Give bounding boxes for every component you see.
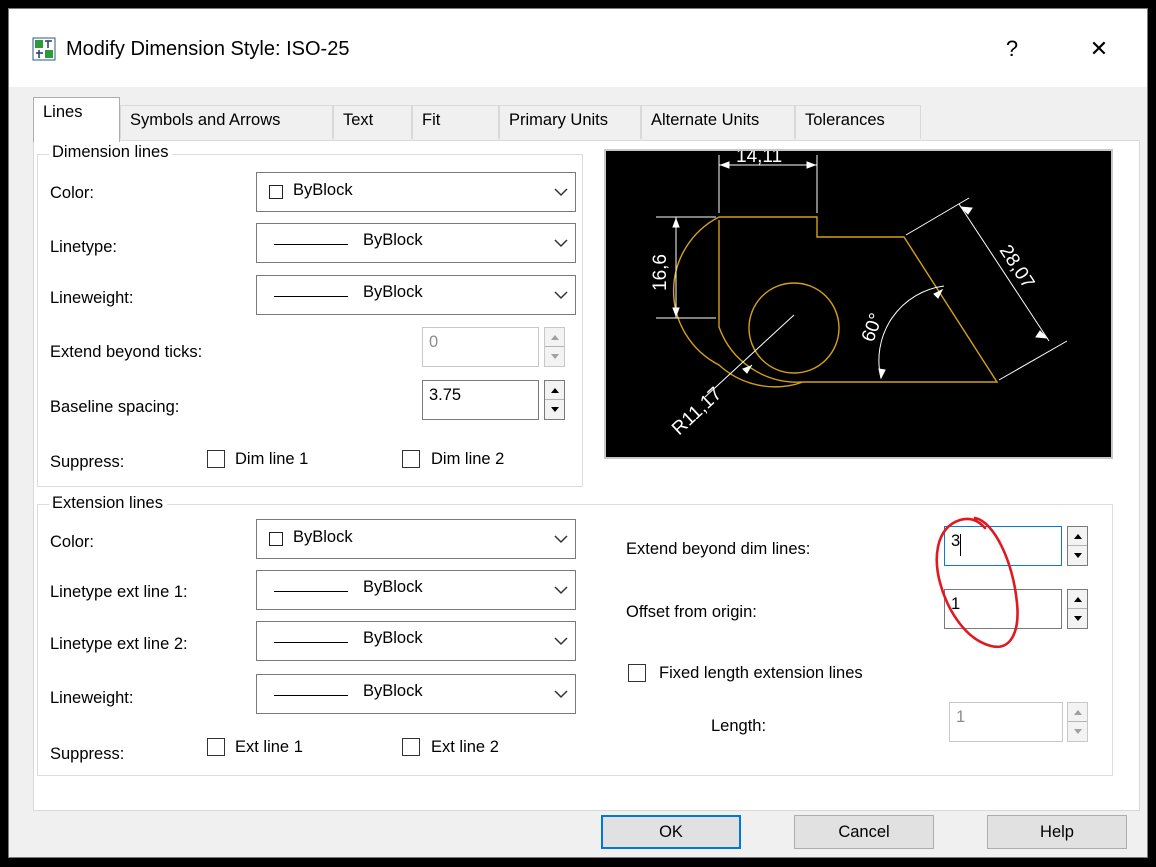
linetype-sample [274, 244, 348, 245]
ok-button[interactable]: OK [601, 815, 741, 849]
spin-up-icon [1073, 596, 1082, 602]
ext-linetype-2-select[interactable]: ByBlock [256, 621, 576, 661]
chevron-down-icon [554, 291, 568, 300]
spin-down-icon [1073, 616, 1082, 621]
dim-line-1-checkbox[interactable] [207, 450, 225, 468]
chevron-down-icon [554, 239, 568, 248]
length-value: 1 [956, 708, 966, 726]
ext-linetype-1-value: ByBlock [363, 578, 423, 596]
spin-up-icon [1073, 533, 1082, 539]
chevron-down-icon [554, 535, 568, 544]
dimension-preview: 14,11 16,6 28,07 60° R11,17 [604, 146, 1113, 459]
ext-line-1-label: Ext line 1 [235, 738, 303, 756]
length-spinner[interactable] [1067, 702, 1088, 742]
fixed-length-extension-lines-label: Fixed length extension lines [659, 664, 863, 682]
ext-lineweight-value: ByBlock [363, 682, 423, 700]
dim-radius-text: R11,17 [668, 383, 726, 439]
dim-linetype-select[interactable]: ByBlock [256, 223, 576, 263]
length-input[interactable]: 1 [949, 702, 1063, 742]
extension-lines-title: Extension lines [49, 494, 167, 513]
part-hole [748, 282, 840, 374]
chevron-down-icon [554, 188, 568, 197]
chevron-down-icon [554, 637, 568, 646]
ext-color-label: Color: [50, 533, 95, 551]
dim-angle-text: 60° [858, 311, 888, 345]
color-swatch [269, 185, 283, 199]
dim-line-1-label: Dim line 1 [235, 450, 309, 468]
ext-linetype-2-value: ByBlock [363, 629, 423, 647]
dim-linetype-value: ByBlock [363, 231, 423, 249]
offset-from-origin-label: Offset from origin: [626, 603, 757, 621]
length-label: Length: [711, 717, 767, 735]
dim-angle-arc [878, 285, 945, 379]
spin-up-icon [550, 387, 559, 393]
fixed-length-extension-lines-checkbox[interactable] [628, 664, 646, 682]
dim-color-select[interactable]: ByBlock [256, 172, 576, 212]
extend-beyond-ticks-label: Extend beyond ticks: [50, 343, 203, 361]
ext-line-1-checkbox[interactable] [207, 738, 225, 756]
extend-beyond-ticks-value: 0 [429, 333, 439, 351]
ext-lineweight-select[interactable]: ByBlock [256, 674, 576, 714]
dim-angle-arrows [878, 288, 944, 380]
ext-linetype-1-label: Linetype ext line 1: [50, 583, 188, 601]
baseline-spacing-input[interactable]: 3.75 [422, 380, 539, 420]
linetype-sample [274, 591, 348, 592]
dim-line-2-checkbox[interactable] [402, 450, 420, 468]
ext-line-2-checkbox[interactable] [402, 738, 420, 756]
dim-color-label: Color: [50, 184, 95, 202]
spin-up-icon [1073, 709, 1082, 715]
spin-down-icon [550, 354, 559, 359]
color-swatch [269, 532, 283, 546]
dim-lineweight-select[interactable]: ByBlock [256, 275, 576, 315]
baseline-spacing-spinner[interactable] [544, 380, 565, 420]
baseline-spacing-label: Baseline spacing: [50, 398, 180, 416]
ext-suppress-label: Suppress: [50, 745, 125, 763]
chevron-down-icon [554, 586, 568, 595]
dim-line-2-label: Dim line 2 [431, 450, 505, 468]
offset-from-origin-spinner[interactable] [1067, 589, 1088, 629]
spin-up-icon [550, 334, 559, 340]
extend-beyond-ticks-input[interactable]: 0 [422, 327, 539, 367]
lineweight-sample [274, 695, 348, 696]
ext-color-value: ByBlock [293, 528, 353, 546]
ext-linetype-1-select[interactable]: ByBlock [256, 570, 576, 610]
dim-diag-text: 28,07 [995, 241, 1039, 292]
lineweight-sample [274, 296, 348, 297]
dim-lineweight-value: ByBlock [363, 283, 423, 301]
dim-top-text: 14,11 [736, 151, 782, 167]
dim-linetype-label: Linetype: [50, 238, 117, 256]
ext-line-2-label: Ext line 2 [431, 738, 499, 756]
chevron-down-icon [554, 690, 568, 699]
red-annotation-ellipse [935, 516, 1019, 649]
spin-down-icon [1073, 553, 1082, 558]
spin-down-icon [550, 407, 559, 412]
dim-left-text: 16,6 [650, 254, 671, 291]
extend-beyond-ticks-spinner[interactable] [544, 327, 565, 367]
cancel-button[interactable]: Cancel [794, 815, 934, 849]
help-button[interactable]: Help [987, 815, 1127, 849]
ext-lineweight-label: Lineweight: [50, 689, 134, 707]
dim-color-value: ByBlock [293, 181, 353, 199]
dim-suppress-label: Suppress: [50, 453, 125, 471]
dim-lineweight-label: Lineweight: [50, 289, 134, 307]
part-outline [672, 216, 999, 388]
extend-beyond-dim-lines-label: Extend beyond dim lines: [626, 540, 811, 558]
baseline-spacing-value: 3.75 [429, 386, 462, 404]
ext-color-select[interactable]: ByBlock [256, 519, 576, 559]
dim-radius-arrow [742, 365, 753, 374]
ext-linetype-2-label: Linetype ext line 2: [50, 635, 188, 653]
preview-drawing: 14,11 16,6 28,07 60° R11,17 [650, 146, 1068, 440]
dimension-lines-title: Dimension lines [49, 143, 173, 162]
extend-beyond-dim-lines-spinner[interactable] [1067, 526, 1088, 566]
spin-down-icon [1073, 729, 1082, 734]
linetype-sample [274, 642, 348, 643]
